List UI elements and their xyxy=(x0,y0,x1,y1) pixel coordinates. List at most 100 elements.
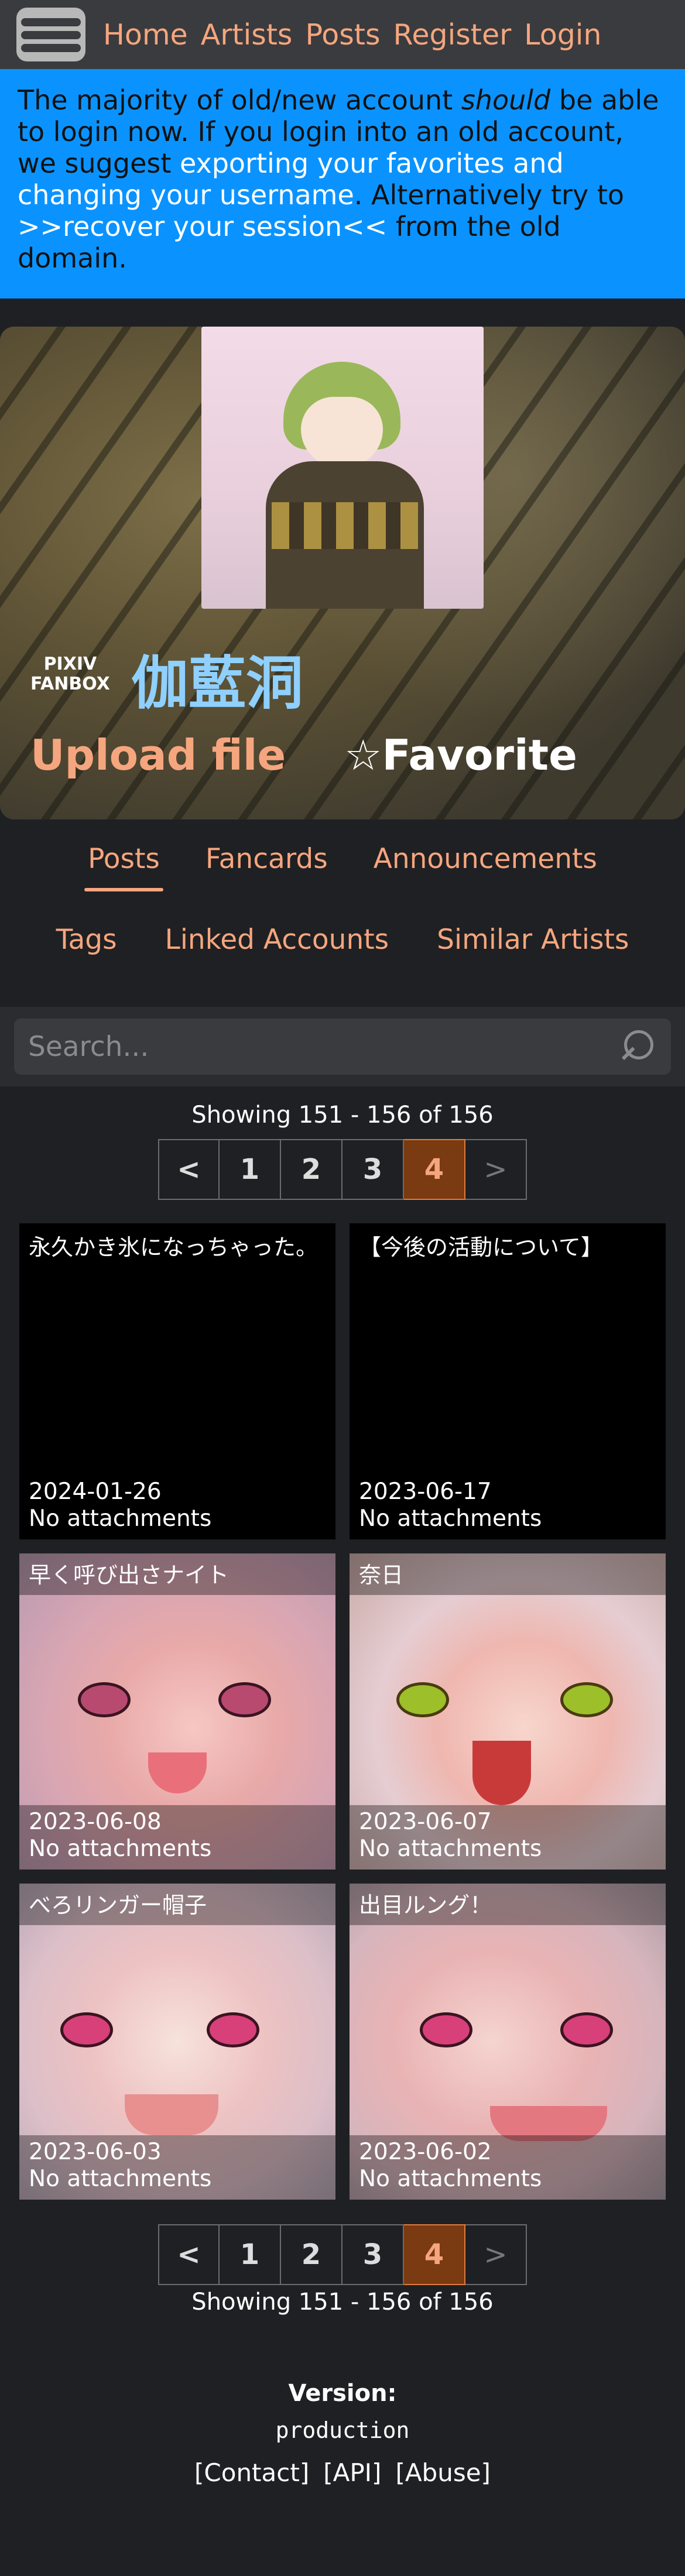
post-meta: 2023-06-02 No attachments xyxy=(350,2135,666,2200)
search-input[interactable] xyxy=(28,1030,619,1063)
upload-file-button[interactable]: Upload file xyxy=(30,730,286,780)
page-3-button[interactable]: 3 xyxy=(342,2224,404,2285)
post-title: 永久かき氷になっちゃった。 xyxy=(29,1234,318,1260)
post-attachments: No attachments xyxy=(359,1505,542,1532)
top-nav: Home Artists Posts Register Login xyxy=(0,0,685,69)
thumbnail-image xyxy=(396,1682,449,1717)
thumbnail-image xyxy=(125,2094,218,2135)
post-title: 【今後の活動について】 xyxy=(359,1234,603,1260)
nav-home-link[interactable]: Home xyxy=(103,18,188,52)
post-date: 2023-06-07 xyxy=(359,1809,492,1835)
tab-similar-artists[interactable]: Similar Artists xyxy=(437,924,629,972)
tab-row: Tags Linked Accounts Similar Artists xyxy=(0,924,685,999)
footer: Version: production [Contact] [API] [Abu… xyxy=(0,2380,685,2487)
post-title: 奈日 xyxy=(350,1553,666,1595)
thumbnail-image xyxy=(60,2012,113,2047)
version-value: production xyxy=(275,2417,410,2443)
tab-announcements[interactable]: Announcements xyxy=(374,843,597,891)
search-box xyxy=(14,1018,671,1075)
thumbnail-image xyxy=(560,2012,613,2047)
thumbnail-image xyxy=(560,1682,613,1717)
post-card[interactable]: 【今後の活動について】 2023-06-17 No attachments xyxy=(350,1223,666,1539)
post-card[interactable]: 出目ルング！ 2023-06-02 No attachments xyxy=(350,1884,666,2200)
tab-linked-accounts[interactable]: Linked Accounts xyxy=(165,924,389,972)
artist-banner: PIXIV FANBOX 伽藍洞 Upload file ☆Favorite xyxy=(0,327,685,819)
nav-register-link[interactable]: Register xyxy=(393,18,512,52)
post-attachments: No attachments xyxy=(29,1836,212,1862)
thumbnail-image xyxy=(472,1741,531,1805)
post-attachments: No attachments xyxy=(29,2166,212,2192)
paginator-top: Showing 151 - 156 of 156 < 1 2 3 4 > xyxy=(0,1102,685,1200)
post-attachments: No attachments xyxy=(359,2166,542,2192)
page-2-button[interactable]: 2 xyxy=(281,2224,342,2285)
prev-page-button[interactable]: < xyxy=(158,1139,220,1200)
post-title: 早く呼び出さナイト xyxy=(19,1553,335,1595)
thumbnail-image xyxy=(148,1752,207,1793)
contact-link[interactable]: [Contact] xyxy=(194,2458,309,2487)
nav-artists-link[interactable]: Artists xyxy=(201,18,293,52)
search-icon[interactable] xyxy=(619,1028,657,1065)
post-card[interactable]: 永久かき氷になっちゃった。 2024-01-26 No attachments xyxy=(19,1223,335,1539)
paginator-bottom: < 1 2 3 4 > Showing 151 - 156 of 156 xyxy=(0,2224,685,2316)
post-date: 2023-06-03 xyxy=(29,2139,162,2165)
post-card[interactable]: 早く呼び出さナイト 2023-06-08 No attachments xyxy=(19,1553,335,1870)
api-link[interactable]: [API] xyxy=(323,2458,381,2487)
post-date: 2023-06-02 xyxy=(359,2139,492,2165)
page-3-button[interactable]: 3 xyxy=(342,1139,404,1200)
favorite-button[interactable]: ☆Favorite xyxy=(344,730,577,780)
artist-tabs: Posts Fancards Announcements Tags Linked… xyxy=(0,819,685,999)
next-page-button: > xyxy=(465,2224,527,2285)
announcement-text: . Alternatively try to xyxy=(354,179,624,211)
tab-row: Posts Fancards Announcements xyxy=(0,843,685,918)
post-meta: 2023-06-07 No attachments xyxy=(350,1805,666,1870)
recover-session-link[interactable]: >>recover your session<< xyxy=(18,211,387,242)
tab-tags[interactable]: Tags xyxy=(56,924,117,972)
showing-count: Showing 151 - 156 of 156 xyxy=(191,1102,494,1128)
search-bar xyxy=(0,1007,685,1086)
announcement-emphasis: should xyxy=(461,84,551,116)
announcement-banner: The majority of old/new account should b… xyxy=(0,69,685,299)
version-label: Version: xyxy=(288,2380,397,2407)
post-grid: 永久かき氷になっちゃった。 2024-01-26 No attachments … xyxy=(0,1223,685,2200)
nav-login-link[interactable]: Login xyxy=(524,18,601,52)
pagination: < 1 2 3 4 > xyxy=(0,1139,685,1200)
page-1-button[interactable]: 1 xyxy=(220,1139,281,1200)
thumbnail-image xyxy=(218,1682,271,1717)
nav-posts-link[interactable]: Posts xyxy=(305,18,380,52)
post-meta: 2024-01-26 No attachments xyxy=(19,1475,335,1539)
tab-fancards[interactable]: Fancards xyxy=(206,843,328,891)
tab-posts[interactable]: Posts xyxy=(84,843,163,891)
artist-avatar[interactable] xyxy=(201,327,484,609)
announcement-text: The majority of old/new account xyxy=(18,84,461,116)
post-card[interactable]: べろリンガー帽子 2023-06-03 No attachments xyxy=(19,1884,335,2200)
next-page-button: > xyxy=(465,1139,527,1200)
page-2-button[interactable]: 2 xyxy=(281,1139,342,1200)
post-date: 2023-06-17 xyxy=(359,1479,492,1505)
favorite-label: Favorite xyxy=(382,730,577,780)
service-logo: PIXIV FANBOX xyxy=(30,654,110,694)
pagination: < 1 2 3 4 > xyxy=(0,2224,685,2285)
thumbnail-image xyxy=(207,2012,259,2047)
abuse-link[interactable]: [Abuse] xyxy=(395,2458,491,2487)
showing-count: Showing 151 - 156 of 156 xyxy=(191,2289,494,2316)
post-title: べろリンガー帽子 xyxy=(19,1884,335,1925)
current-page: 4 xyxy=(404,1139,465,1200)
current-page: 4 xyxy=(404,2224,465,2285)
prev-page-button[interactable]: < xyxy=(158,2224,220,2285)
post-meta: 2023-06-08 No attachments xyxy=(19,1805,335,1870)
post-card[interactable]: 奈日 2023-06-07 No attachments xyxy=(350,1553,666,1870)
post-title: 出目ルング！ xyxy=(350,1884,666,1925)
post-date: 2023-06-08 xyxy=(29,1809,162,1835)
post-attachments: No attachments xyxy=(29,1505,212,1532)
post-attachments: No attachments xyxy=(359,1836,542,1862)
nav-links: Home Artists Posts Register Login xyxy=(103,18,601,52)
post-meta: 2023-06-03 No attachments xyxy=(19,2135,335,2200)
thumbnail-image xyxy=(78,1682,131,1717)
artist-name[interactable]: 伽藍洞 xyxy=(131,637,303,720)
menu-icon[interactable] xyxy=(16,8,85,61)
star-icon: ☆ xyxy=(344,730,382,780)
footer-links: [Contact] [API] [Abuse] xyxy=(0,2458,685,2487)
page-1-button[interactable]: 1 xyxy=(220,2224,281,2285)
post-meta: 2023-06-17 No attachments xyxy=(350,1475,666,1539)
thumbnail-image xyxy=(420,2012,472,2047)
